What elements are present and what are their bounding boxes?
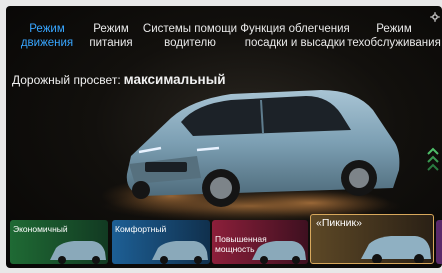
mode-card-picnic[interactable]: «Пикник» [310, 214, 434, 264]
suv-illustration [101, 90, 401, 222]
tab-label-line: Режим [93, 23, 129, 35]
mode-label: «Пикник» [316, 217, 362, 229]
tab-label-line: движения [20, 37, 74, 49]
mode-label: Комфортный [115, 224, 167, 234]
mode-car-thumbnail [361, 236, 431, 263]
mode-car-thumbnail [152, 241, 208, 264]
tab-label-line: техобслуживания [347, 37, 441, 49]
drive-mode-selector: Экономичный Комфортный Повышенная мощнос… [6, 214, 442, 268]
mode-label: Экономичный [13, 224, 68, 234]
tab-drive-mode[interactable]: Режим движения [10, 14, 84, 58]
tab-driver-assistance[interactable]: Системы помощи водителю [142, 14, 238, 58]
mode-card-comfort[interactable]: Комфортный [112, 220, 210, 264]
mode-car-thumbnail [50, 241, 106, 264]
tab-label-line: посадки и высадки [244, 37, 346, 49]
tab-bar: Режим движения Режим питания Системы пом… [6, 14, 442, 58]
gear-icon[interactable] [430, 12, 440, 22]
tab-power-mode[interactable]: Режим питания [84, 14, 138, 58]
tab-label-line: Режим [29, 23, 65, 35]
mode-card-power[interactable]: Повышенная мощность [212, 220, 308, 264]
tab-label-line: питания [89, 37, 133, 49]
tab-maintenance[interactable]: Режим техобслуживания [347, 14, 441, 58]
mode-card-next-partial[interactable] [436, 220, 442, 264]
tab-label-line: Системы помощи [142, 23, 238, 35]
tab-label-line: водителю [164, 37, 216, 49]
tab-label-line: Режим [376, 23, 412, 35]
tab-easy-entry[interactable]: Функция облегчения посадки и высадки [240, 14, 350, 58]
chevron-up-icon[interactable] [426, 142, 440, 172]
mode-card-eco[interactable]: Экономичный [10, 220, 108, 264]
mode-car-thumbnail [252, 241, 306, 264]
drive-mode-screen: Режим движения Режим питания Системы пом… [6, 6, 442, 268]
tab-label-line: Функция облегчения [240, 23, 350, 35]
